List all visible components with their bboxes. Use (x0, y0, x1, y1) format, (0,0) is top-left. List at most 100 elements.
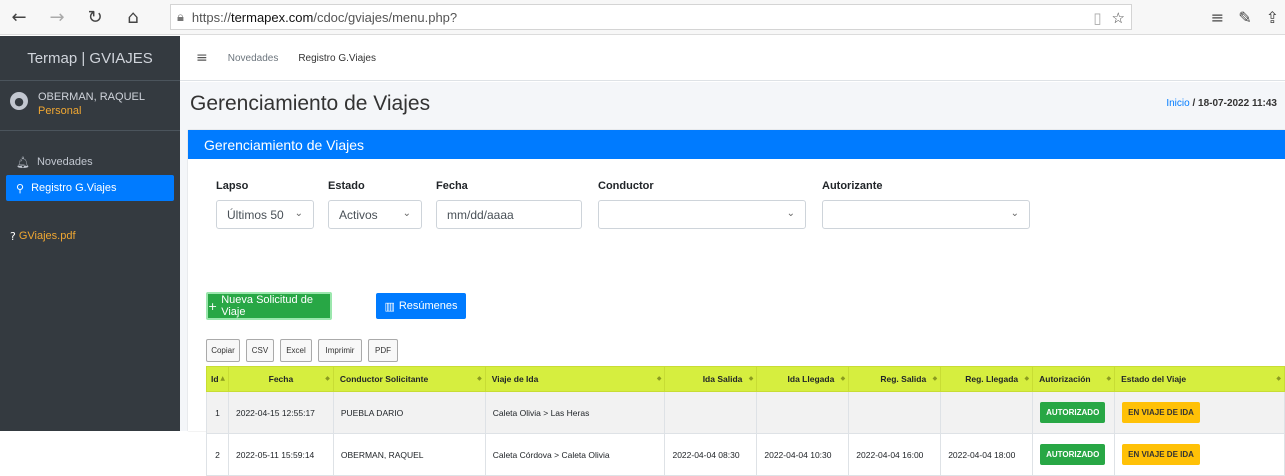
sidebar-item-registro[interactable]: ⚲ Registro G.Viajes (6, 175, 174, 201)
estado-value: Activos (339, 207, 378, 222)
export-excel-button[interactable]: Excel (280, 339, 312, 362)
pen-icon[interactable]: ✎ (1238, 8, 1251, 27)
main-content: Gerenciamiento de Viajes Inicio / 18-07-… (180, 82, 1285, 476)
new-trip-request-button[interactable]: + Nueva Solicitud de Viaje (206, 292, 332, 320)
cell-estado: EN VIAJE DE IDA (1114, 433, 1285, 476)
hamburger-menu-icon[interactable]: ≡ (196, 50, 208, 66)
export-csv-button[interactable]: CSV (246, 339, 274, 362)
user-role: Personal (38, 105, 82, 117)
sort-icon: ◆ (325, 375, 330, 382)
col-header-autorizacion[interactable]: Autorización ◆ (1032, 366, 1116, 392)
plus-icon: + (208, 299, 218, 313)
fecha-input[interactable]: mm/dd/aaaa (436, 200, 582, 229)
cell-conductor: PUEBLA DARIO (332, 391, 486, 434)
chevron-down-icon: ⌄ (786, 208, 795, 219)
col-header-fecha[interactable]: Fecha ◆ (227, 366, 334, 392)
sort-icon: ◆ (932, 375, 938, 382)
cell-reg-llegada: 2022-04-04 18:00 (940, 433, 1034, 476)
summaries-label: Resúmenes (398, 300, 458, 312)
brand-logo[interactable]: Termap | GVIAJES (0, 36, 180, 81)
bell-icon: 🔔︎ (16, 155, 30, 169)
trip-status-badge[interactable]: EN VIAJE DE IDA (1122, 402, 1200, 423)
card-header: Gerenciamiento de Viajes (188, 130, 1285, 159)
lock-icon: 🔒︎ (177, 9, 184, 25)
user-name[interactable]: OBERMAN, RAQUEL (38, 90, 145, 104)
cell-reg-salida (848, 391, 942, 434)
authorized-badge[interactable]: AUTORIZADO (1040, 444, 1106, 465)
export-copy-button[interactable]: Copiar (206, 339, 240, 362)
url-host: termapex.com (230, 9, 314, 25)
fecha-label: Fecha (436, 180, 468, 192)
nav-link-novedades[interactable]: Novedades (228, 53, 279, 64)
chart-icon: ▥ (384, 299, 395, 313)
favorite-star-icon[interactable]: ☆ (1112, 9, 1125, 27)
sort-icon: ◆ (477, 375, 482, 382)
sort-icon: ◆ (1106, 375, 1112, 382)
route-icon: ⚲ (16, 181, 25, 195)
cell-estado: EN VIAJE DE IDA (1114, 391, 1285, 434)
autorizante-select[interactable]: ⌄ (822, 200, 1030, 229)
table-row[interactable]: 2 2022-05-11 15:59:14 OBERMAN, RAQUEL Ca… (206, 433, 1285, 476)
trip-status-badge[interactable]: EN VIAJE DE IDA (1122, 444, 1200, 465)
cell-ida-salida (664, 391, 758, 434)
home-icon[interactable]: ⌂ (120, 4, 146, 30)
sort-icon: ◆ (840, 375, 846, 382)
estado-label: Estado (328, 180, 365, 192)
cell-viaje: Caleta Córdova > Caleta Olivia (484, 433, 666, 476)
lapso-label: Lapso (216, 180, 249, 192)
estado-select[interactable]: Activos ⌄ (328, 200, 422, 229)
breadcrumb: Inicio / 18-07-2022 11:43 (1166, 98, 1277, 109)
back-arrow-icon[interactable]: ← (6, 4, 32, 30)
table-row[interactable]: 1 2022-04-15 12:55:17 PUEBLA DARIO Calet… (206, 391, 1285, 434)
user-avatar-icon: ● (10, 92, 28, 110)
summaries-button[interactable]: ▥ Resúmenes (376, 293, 466, 319)
col-header-reg-llegada[interactable]: Reg. Llegada ◆ (940, 366, 1034, 392)
breadcrumb-date: 18-07-2022 11:43 (1198, 98, 1277, 109)
cell-conductor: OBERMAN, RAQUEL (332, 433, 486, 476)
cell-autorizacion: AUTORIZADO (1032, 391, 1116, 434)
trips-table: Id ▲ Fecha ◆ Conductor Solicitante ◆ Viaje … (206, 366, 1285, 476)
share-icon[interactable]: ⇪ (1266, 8, 1279, 27)
col-header-viaje[interactable]: Viaje de Ida ◆ (484, 366, 666, 392)
chevron-down-icon: ⌄ (1010, 208, 1019, 219)
reading-view-icon[interactable]: ▯ (1093, 9, 1101, 27)
chevron-down-icon: ⌄ (294, 208, 303, 219)
sort-icon: ◆ (1024, 375, 1030, 382)
sidebar: Termap | GVIAJES ● OBERMAN, RAQUEL Perso… (0, 36, 180, 431)
favorites-list-icon[interactable]: ≡ (1211, 8, 1224, 27)
cell-ida-llegada (756, 391, 850, 434)
col-header-ida-salida[interactable]: Ida Salida ◆ (664, 366, 758, 392)
breadcrumb-home[interactable]: Inicio (1166, 98, 1189, 109)
cell-id: 2 (206, 433, 229, 476)
export-print-button[interactable]: Imprimir (318, 339, 362, 362)
col-header-id[interactable]: Id ▲ (206, 366, 229, 392)
breadcrumb-separator: / (1189, 98, 1199, 109)
sort-icon: ◆ (1276, 375, 1281, 382)
table-header-row: Id ▲ Fecha ◆ Conductor Solicitante ◆ Viaje … (206, 366, 1285, 392)
address-bar[interactable]: 🔒︎ https://termapex.com/cdoc/gviajes/men… (170, 4, 1132, 30)
fecha-placeholder: mm/dd/aaaa (447, 207, 514, 222)
sidebar-item-pdf[interactable]: ? GViajes.pdf (6, 223, 174, 249)
sort-icon: ▲ (220, 375, 225, 382)
col-header-conductor[interactable]: Conductor Solicitante ◆ (332, 366, 486, 392)
conductor-select[interactable]: ⌄ (598, 200, 806, 229)
authorized-badge[interactable]: AUTORIZADO (1040, 402, 1106, 423)
cell-reg-llegada (940, 391, 1034, 434)
cell-reg-salida: 2022-04-04 16:00 (848, 433, 942, 476)
browser-toolbar: ← → ↻ ⌂ 🔒︎ https://termapex.com/cdoc/gvi… (0, 0, 1285, 35)
nav-link-registro[interactable]: Registro G.Viajes (298, 53, 376, 64)
cell-ida-llegada: 2022-04-04 10:30 (756, 433, 850, 476)
col-header-ida-llegada[interactable]: Ida Llegada ◆ (756, 366, 850, 392)
sidebar-item-novedades[interactable]: 🔔︎ Novedades (6, 149, 174, 175)
col-header-estado[interactable]: Estado del Viaje ◆ (1114, 366, 1285, 392)
export-pdf-button[interactable]: PDF (368, 339, 398, 362)
pdf-link-label: GViajes.pdf (18, 230, 76, 242)
refresh-icon[interactable]: ↻ (82, 4, 108, 30)
lapso-select[interactable]: Últimos 50 ⌄ (216, 200, 314, 229)
forward-arrow-icon[interactable]: → (44, 4, 70, 30)
col-header-reg-salida[interactable]: Reg. Salida ◆ (848, 366, 942, 392)
trips-card: Gerenciamiento de Viajes Lapso Últimos 5… (188, 130, 1285, 476)
sort-icon: ◆ (656, 375, 662, 382)
cell-fecha: 2022-05-11 15:59:14 (227, 433, 334, 476)
cell-autorizacion: AUTORIZADO (1032, 433, 1116, 476)
